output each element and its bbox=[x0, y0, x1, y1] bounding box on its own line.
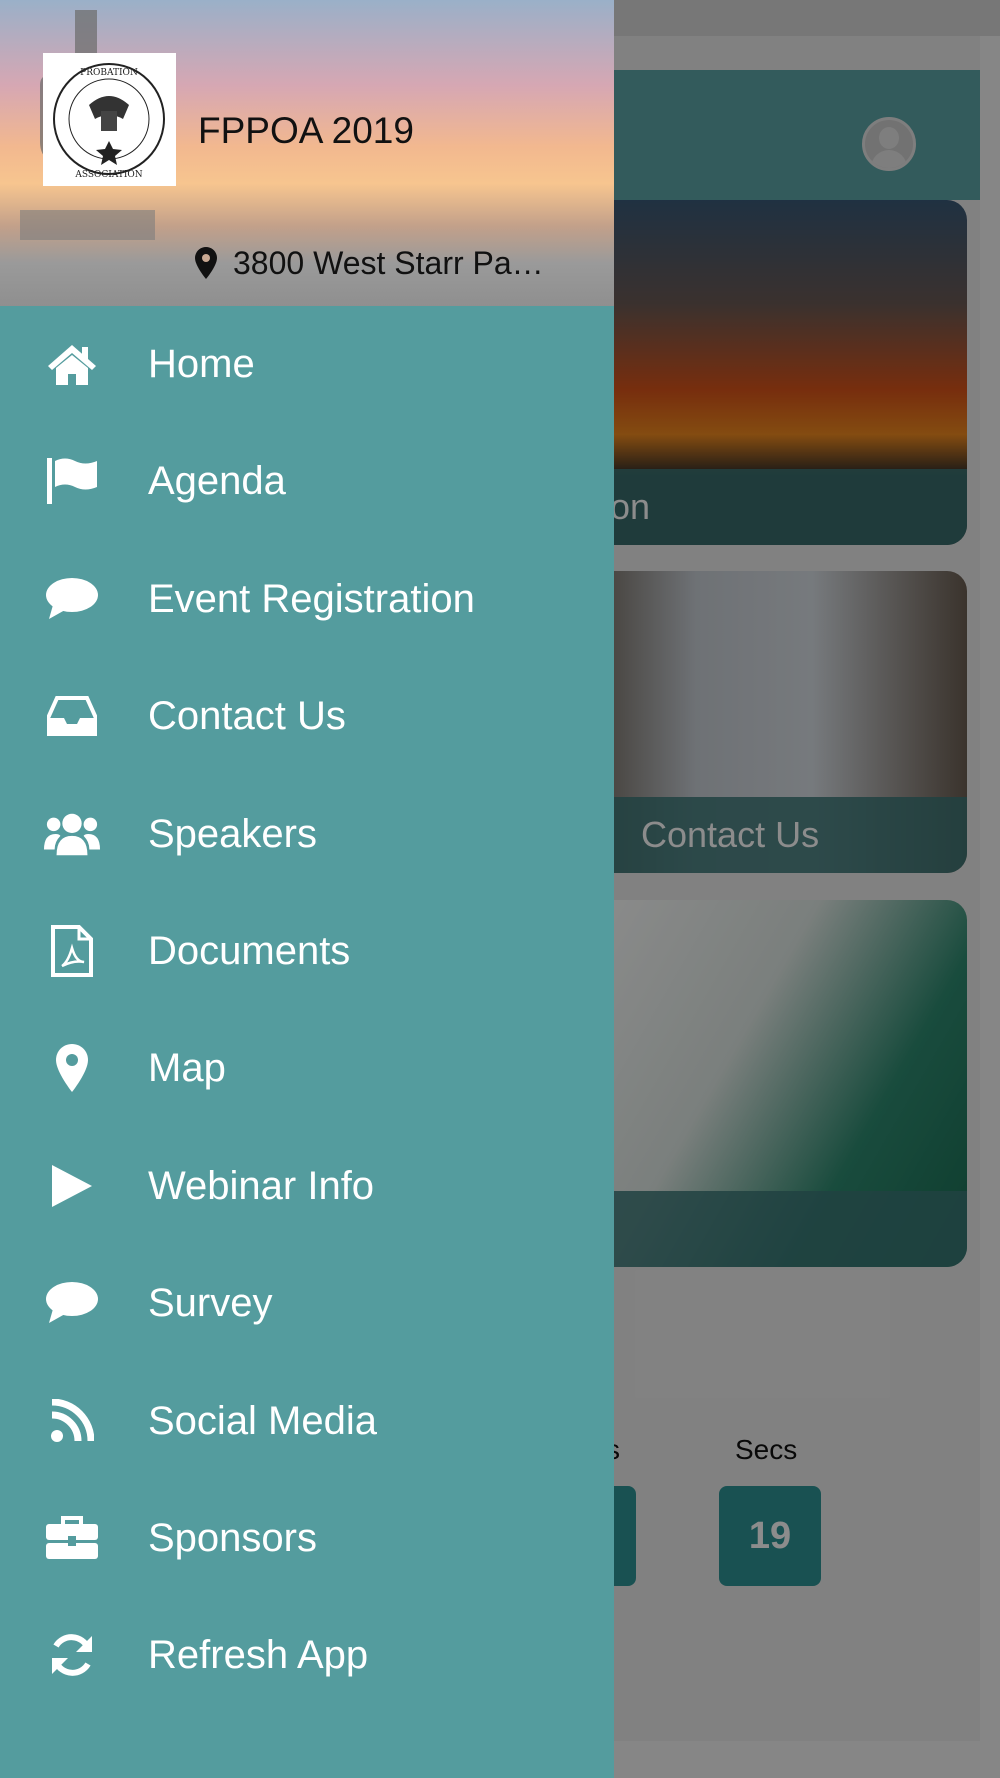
menu-item-documents[interactable]: Documents bbox=[0, 893, 614, 1010]
flag-icon bbox=[44, 455, 100, 507]
menu-item-home[interactable]: Home bbox=[0, 306, 614, 423]
comment-icon bbox=[44, 573, 100, 625]
event-title: FPPOA 2019 bbox=[198, 110, 414, 151]
menu-item-survey[interactable]: Survey bbox=[0, 1245, 614, 1362]
menu-item-webinar-info[interactable]: Webinar Info bbox=[0, 1128, 614, 1245]
play-icon bbox=[44, 1160, 100, 1212]
refresh-icon bbox=[44, 1629, 100, 1681]
menu-item-agenda[interactable]: Agenda bbox=[0, 423, 614, 540]
menu-label: Map bbox=[148, 1046, 226, 1091]
menu-label: Contact Us bbox=[148, 694, 346, 739]
association-logo: PROBATION ASSOCIATION bbox=[43, 53, 176, 186]
menu-item-contact-us[interactable]: Contact Us bbox=[0, 658, 614, 775]
home-icon bbox=[44, 338, 100, 390]
menu-label: Documents bbox=[148, 928, 351, 973]
menu-label: Speakers bbox=[148, 811, 317, 856]
menu-label: Home bbox=[148, 342, 255, 386]
event-location[interactable]: 3800 West Starr Pa… bbox=[195, 243, 544, 283]
menu-label: Event Registration bbox=[148, 576, 475, 621]
menu-item-speakers[interactable]: Speakers bbox=[0, 776, 614, 893]
menu-item-sponsors[interactable]: Sponsors bbox=[0, 1480, 614, 1597]
menu-label: Agenda bbox=[148, 459, 286, 504]
map-marker-icon bbox=[195, 247, 217, 279]
map-pin-icon bbox=[44, 1042, 100, 1094]
navigation-drawer: PROBATION ASSOCIATION FPPOA 2019 3800 We… bbox=[0, 0, 614, 1778]
menu-label: Social Media bbox=[148, 1398, 378, 1443]
comment-icon bbox=[44, 1277, 100, 1329]
menu-item-refresh-app[interactable]: Refresh App bbox=[0, 1597, 614, 1714]
menu-label: Sponsors bbox=[148, 1515, 317, 1560]
briefcase-icon bbox=[44, 1512, 100, 1564]
location-text: 3800 West Starr Pa… bbox=[233, 244, 544, 281]
menu-item-map[interactable]: Map bbox=[0, 1010, 614, 1127]
menu-label: Refresh App bbox=[148, 1633, 369, 1678]
drawer-menu: Home Agenda Event Registration Contact U… bbox=[0, 306, 614, 1715]
inbox-icon bbox=[44, 690, 100, 742]
pdf-document-icon bbox=[44, 924, 100, 977]
drawer-header: PROBATION ASSOCIATION FPPOA 2019 3800 We… bbox=[0, 0, 614, 306]
svg-text:PROBATION: PROBATION bbox=[80, 68, 138, 78]
svg-text:ASSOCIATION: ASSOCIATION bbox=[74, 170, 142, 180]
menu-label: Webinar Info bbox=[148, 1163, 375, 1208]
rss-icon bbox=[44, 1395, 100, 1447]
menu-label: Survey bbox=[148, 1281, 273, 1326]
users-icon bbox=[44, 808, 100, 860]
menu-item-social-media[interactable]: Social Media bbox=[0, 1363, 614, 1480]
menu-item-event-registration[interactable]: Event Registration bbox=[0, 541, 614, 658]
